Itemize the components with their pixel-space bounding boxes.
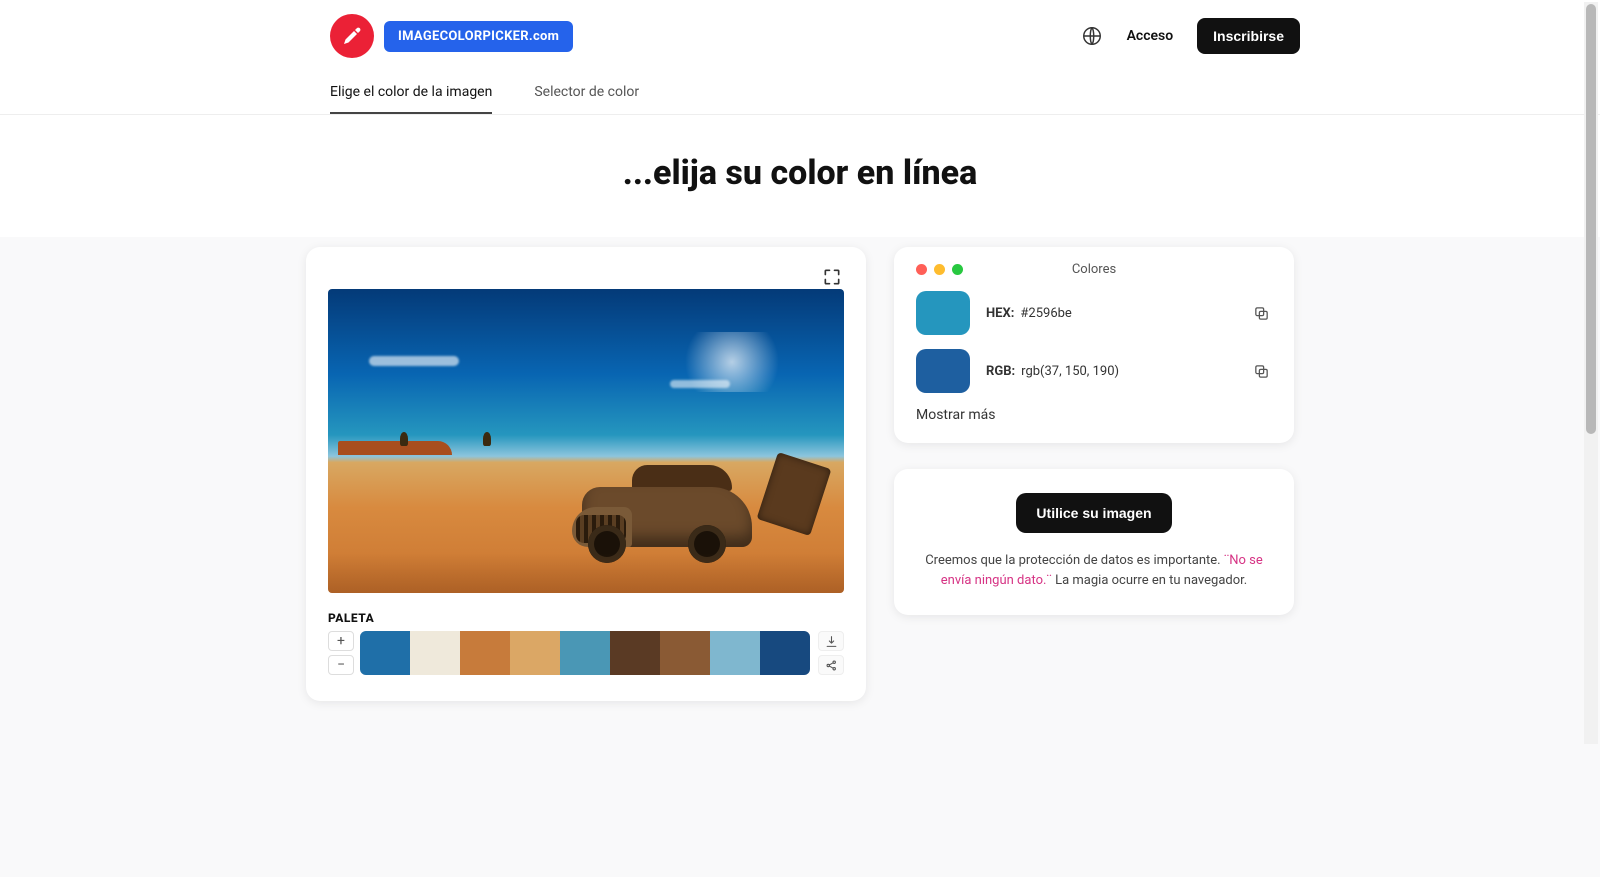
sample-image[interactable] bbox=[328, 289, 844, 593]
share-icon[interactable] bbox=[818, 655, 844, 675]
use-image-button[interactable]: Utilice su imagen bbox=[1016, 493, 1171, 533]
download-icon[interactable] bbox=[818, 631, 844, 651]
palette-swatch[interactable] bbox=[610, 631, 660, 675]
palette-add-button[interactable]: + bbox=[328, 631, 354, 651]
login-link[interactable]: Acceso bbox=[1127, 28, 1174, 44]
scrollbar[interactable] bbox=[1584, 2, 1598, 744]
brand-name: IMAGECOLORPICKER.com bbox=[384, 21, 573, 52]
tab-pick-color[interactable]: Elige el color de la imagen bbox=[330, 72, 492, 114]
copy-hex-icon[interactable] bbox=[1250, 302, 1272, 324]
language-icon[interactable] bbox=[1081, 25, 1103, 47]
content-area: PALETA + − bbox=[0, 237, 1600, 877]
palette-swatch[interactable] bbox=[360, 631, 410, 675]
header-actions: Acceso Inscribirse bbox=[1081, 18, 1300, 54]
hex-label: HEX:#2596be bbox=[986, 306, 1072, 321]
palette-swatch[interactable] bbox=[410, 631, 460, 675]
show-more-link[interactable]: Mostrar más bbox=[916, 407, 1272, 423]
palette-swatch[interactable] bbox=[760, 631, 810, 675]
tabs: Elige el color de la imagen Selector de … bbox=[0, 72, 1600, 115]
maximize-dot-icon bbox=[952, 264, 963, 275]
header: IMAGECOLORPICKER.com Acceso Inscribirse bbox=[0, 0, 1600, 72]
palette-remove-button[interactable]: − bbox=[328, 655, 354, 675]
palette-swatches bbox=[360, 631, 810, 675]
palette-section: PALETA + − bbox=[328, 611, 844, 675]
logo[interactable]: IMAGECOLORPICKER.com bbox=[330, 14, 573, 58]
copy-rgb-icon[interactable] bbox=[1250, 360, 1272, 382]
scrollbar-thumb[interactable] bbox=[1586, 4, 1596, 434]
rgb-row: RGB:rgb(37, 150, 190) bbox=[916, 349, 1272, 393]
expand-icon[interactable] bbox=[820, 265, 844, 289]
tab-color-selector[interactable]: Selector de color bbox=[534, 72, 639, 114]
page-title: ...elija su color en línea bbox=[0, 115, 1600, 237]
window-controls bbox=[916, 264, 963, 275]
image-panel: PALETA + − bbox=[306, 247, 866, 701]
privacy-text: Creemos que la protección de datos es im… bbox=[920, 551, 1268, 591]
eyedropper-icon bbox=[330, 14, 374, 58]
close-dot-icon bbox=[916, 264, 927, 275]
palette-swatch[interactable] bbox=[710, 631, 760, 675]
hex-color-chip[interactable] bbox=[916, 291, 970, 335]
rgb-color-chip[interactable] bbox=[916, 349, 970, 393]
upload-panel: Utilice su imagen Creemos que la protecc… bbox=[894, 469, 1294, 615]
palette-swatch[interactable] bbox=[510, 631, 560, 675]
colors-card-title: Colores bbox=[1072, 262, 1116, 277]
palette-swatch[interactable] bbox=[460, 631, 510, 675]
palette-swatch[interactable] bbox=[560, 631, 610, 675]
colors-panel: Colores HEX:#2596be RGB:rgb(37, 150, 190… bbox=[894, 247, 1294, 443]
rgb-label: RGB:rgb(37, 150, 190) bbox=[986, 364, 1119, 379]
signup-button[interactable]: Inscribirse bbox=[1197, 18, 1300, 54]
hex-row: HEX:#2596be bbox=[916, 291, 1272, 335]
palette-swatch[interactable] bbox=[660, 631, 710, 675]
minimize-dot-icon bbox=[934, 264, 945, 275]
palette-title: PALETA bbox=[328, 611, 844, 625]
